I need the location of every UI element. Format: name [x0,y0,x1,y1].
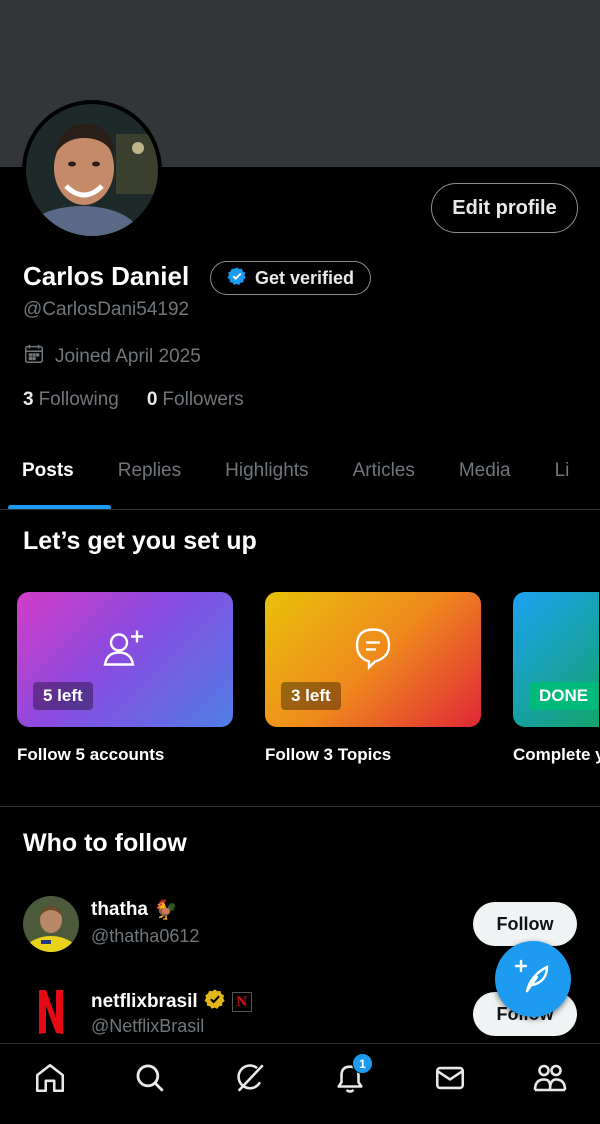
profile-avatar[interactable] [22,100,162,240]
card-badge: DONE [529,682,599,710]
followers-count: 0 [146,389,158,410]
section-divider [0,806,600,807]
following-link[interactable]: 3 Following [23,389,119,411]
nav-grok[interactable] [225,1055,275,1105]
who-to-follow-title: Who to follow [23,829,187,857]
profile-tabs: Posts Replies Highlights Articles Media … [0,452,600,510]
card-badge: 3 left [281,682,341,710]
card-label: Complete y [513,745,600,764]
user-name[interactable]: netflixbrasil N [91,988,252,1016]
get-verified-label: Get verified [254,267,355,288]
compose-post-button[interactable] [495,941,571,1017]
netflix-affiliate-icon: N [231,992,252,1012]
calendar-icon [23,343,45,371]
grok-icon [233,1061,267,1100]
home-icon [33,1061,67,1100]
rooster-emoji: 🐓 [154,900,178,921]
edit-profile-button[interactable]: Edit profile [431,183,578,233]
setup-title: Let’s get you set up [23,527,257,555]
joined-date: Joined April 2025 [23,343,201,371]
messages-icon [433,1061,467,1100]
card-label: Follow 3 Topics [265,745,392,764]
card-image: DONE [513,592,599,727]
tab-highlights[interactable]: Highlights [203,452,330,509]
following-label: Following [38,389,119,410]
card-label: Follow 5 accounts [17,745,165,764]
bottom-navigation: 1 [0,1043,600,1124]
user-name-text: netflixbrasil [91,991,198,1012]
following-count: 3 [23,389,34,410]
nav-communities[interactable] [525,1055,575,1105]
followers-label: Followers [162,389,244,410]
setup-cards: 5 left Follow 5 accounts 3 left Follow 3… [17,592,600,765]
tab-likes[interactable]: Li [533,452,592,509]
follow-suggestion-row[interactable]: thatha 🐓 @thatha0612 Follow [23,896,583,956]
tab-posts[interactable]: Posts [0,452,111,509]
card-image: 5 left [17,592,233,727]
user-name-text: thatha [91,899,148,920]
card-image: 3 left [265,592,481,727]
notification-count-badge: 1 [352,1053,373,1074]
tab-media[interactable]: Media [437,452,533,509]
follow-stats: 3 Following 0 Followers [23,389,244,411]
user-avatar[interactable] [23,986,79,1042]
avatar-image [26,104,158,236]
communities-icon [532,1060,568,1101]
user-handle: @NetflixBrasil [91,1016,205,1036]
card-badge: 5 left [33,682,93,710]
nav-messages[interactable] [425,1055,475,1105]
netflix-affiliate-letter: N [236,993,248,1010]
joined-label: Joined April 2025 [55,346,201,367]
get-verified-button[interactable]: Get verified [210,261,371,295]
profile-name: Carlos Daniel [23,261,190,291]
setup-card-complete-profile[interactable]: DONE Complete y [513,592,600,765]
add-user-icon [101,625,149,678]
tab-replies[interactable]: Replies [96,452,203,509]
user-handle: @thatha0612 [91,926,200,946]
gold-verified-badge-icon [204,988,226,1016]
netflix-logo-icon [37,989,65,1039]
profile-handle: @CarlosDani54192 [23,299,190,320]
compose-feather-icon [513,957,553,1002]
topic-bubble-icon [353,626,393,677]
follow-button[interactable]: Follow [473,902,577,946]
nav-search[interactable] [125,1055,175,1105]
search-icon [133,1061,167,1100]
nav-notifications[interactable]: 1 [325,1053,375,1105]
followers-link[interactable]: 0 Followers [147,389,244,411]
tab-articles[interactable]: Articles [331,452,437,509]
nav-home[interactable] [25,1055,75,1105]
setup-card-follow-topics[interactable]: 3 left Follow 3 Topics [265,592,481,765]
verified-badge-icon [227,266,247,291]
user-name[interactable]: thatha 🐓 [91,898,178,922]
user-avatar[interactable] [23,896,79,952]
setup-card-follow-accounts[interactable]: 5 left Follow 5 accounts [17,592,233,765]
